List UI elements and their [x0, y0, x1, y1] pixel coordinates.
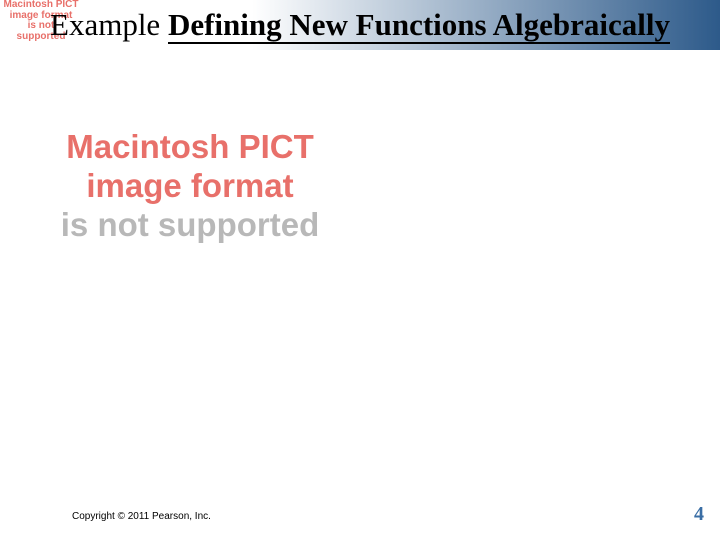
big-pict-placeholder: Macintosh PICT image format is not suppo… — [20, 128, 360, 245]
title-prefix: Example — [50, 7, 168, 42]
title-main: Defining New Functions Algebraically — [168, 7, 670, 42]
copyright-text: Copyright © 2011 Pearson, Inc. — [72, 511, 211, 522]
big-pict-line1: Macintosh PICT — [20, 128, 360, 167]
page-number: 4 — [694, 503, 704, 526]
big-pict-line2: image format — [20, 167, 360, 206]
big-pict-line3: is not supported — [20, 206, 360, 245]
slide-title: Example Defining New Functions Algebraic… — [0, 6, 720, 43]
